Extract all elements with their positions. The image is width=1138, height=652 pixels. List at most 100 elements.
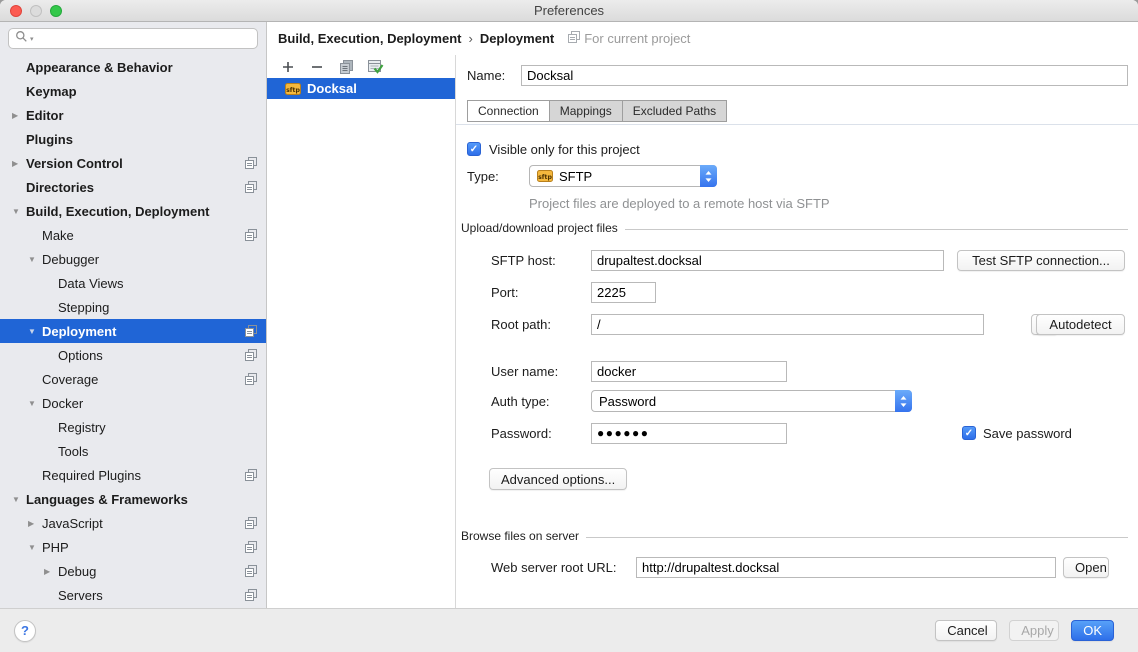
sidebar-item-appearance-behavior[interactable]: Appearance & Behavior (0, 55, 266, 79)
cancel-button[interactable]: Cancel (935, 620, 997, 641)
sidebar-item-label: Appearance & Behavior (26, 60, 173, 75)
project-scope-icon (568, 31, 580, 46)
sidebar-item-registry[interactable]: Registry (0, 415, 266, 439)
tree-indent (0, 331, 27, 332)
name-input[interactable] (521, 65, 1128, 86)
zoom-window-icon[interactable] (50, 5, 62, 17)
root-path-input[interactable] (591, 314, 984, 335)
search-filter-caret-icon[interactable]: ▾ (30, 35, 34, 43)
visible-only-checkbox[interactable]: ✓ (467, 142, 481, 156)
name-row: Name: (467, 64, 1128, 86)
server-list: sftpDocksal (267, 78, 455, 99)
password-row: Password: ✓ Save password (491, 422, 1125, 444)
chevron-down-icon[interactable]: ▼ (27, 255, 42, 264)
sidebar-item-debug[interactable]: ▶Debug (0, 559, 266, 583)
sidebar-item-keymap[interactable]: Keymap (0, 79, 266, 103)
autodetect-button[interactable]: Autodetect (1036, 314, 1125, 335)
save-password-group: ✓ Save password (962, 426, 1083, 441)
sidebar-item-data-views[interactable]: Data Views (0, 271, 266, 295)
sidebar-item-directories[interactable]: Directories (0, 175, 266, 199)
tree-indent (0, 355, 43, 356)
tab-mappings[interactable]: Mappings (549, 100, 623, 122)
sidebar-item-make[interactable]: Make (0, 223, 266, 247)
sidebar-item-version-control[interactable]: ▶Version Control (0, 151, 266, 175)
sidebar-item-javascript[interactable]: ▶JavaScript (0, 511, 266, 535)
password-input[interactable] (591, 423, 787, 444)
chevron-down-icon[interactable]: ▼ (27, 327, 42, 336)
search-input[interactable]: ▾ (8, 28, 258, 49)
user-name-input[interactable] (591, 361, 787, 382)
visible-project-row: ✓ Visible only for this project (467, 138, 640, 160)
sidebar-item-label: Debug (58, 564, 96, 579)
chevron-right-icon[interactable]: ▶ (11, 111, 26, 120)
port-input[interactable] (591, 282, 656, 303)
test-connection-button[interactable]: Test SFTP connection... (957, 250, 1125, 271)
tree-indent (0, 259, 27, 260)
sidebar-item-php[interactable]: ▼PHP (0, 535, 266, 559)
chevron-right-icon[interactable]: ▶ (27, 519, 42, 528)
help-button[interactable]: ? (14, 620, 36, 642)
sidebar-item-build-execution-deployment[interactable]: ▼Build, Execution, Deployment (0, 199, 266, 223)
advanced-options-button[interactable]: Advanced options... (489, 468, 627, 490)
project-scope-icon (245, 469, 257, 481)
auth-type-row: Auth type: Password (491, 390, 912, 412)
select-stepper-icon (700, 165, 717, 187)
tab-connection[interactable]: Connection (467, 100, 550, 122)
breadcrumb-segment-root[interactable]: Build, Execution, Deployment (278, 31, 461, 46)
sidebar-item-stepping[interactable]: Stepping (0, 295, 266, 319)
root-path-row: Root path: ... Autodetect (491, 313, 1125, 335)
tree-indent (0, 235, 27, 236)
chevron-down-icon[interactable]: ▼ (27, 399, 42, 408)
close-window-icon[interactable] (10, 5, 22, 17)
sidebar-item-label: Plugins (26, 132, 73, 147)
apply-button[interactable]: Apply (1009, 620, 1059, 641)
tab-excluded-paths[interactable]: Excluded Paths (622, 100, 727, 122)
sidebar-item-docker[interactable]: ▼Docker (0, 391, 266, 415)
sidebar-item-languages-frameworks[interactable]: ▼Languages & Frameworks (0, 487, 266, 511)
server-item-docksal[interactable]: sftpDocksal (267, 78, 455, 99)
sidebar-item-options[interactable]: Options (0, 343, 266, 367)
tree-indent (0, 595, 43, 596)
settings-sidebar: ▾ Appearance & Behavior Keymap▶Editor Plug… (0, 22, 267, 608)
chevron-right-icon[interactable]: ▶ (11, 159, 26, 168)
chevron-down-icon[interactable]: ▼ (27, 543, 42, 552)
breadcrumb-segment-current[interactable]: Deployment (480, 31, 554, 46)
copy-server-button[interactable] (337, 58, 355, 76)
auth-type-select-value: Password (599, 394, 656, 409)
name-label: Name: (467, 68, 521, 83)
minimize-window-icon[interactable] (30, 5, 42, 17)
chevron-right-icon[interactable]: ▶ (43, 567, 58, 576)
sidebar-item-editor[interactable]: ▶Editor (0, 103, 266, 127)
sidebar-item-servers[interactable]: Servers (0, 583, 266, 607)
auth-type-select[interactable]: Password (591, 390, 912, 412)
sidebar-item-label: Languages & Frameworks (26, 492, 188, 507)
ok-button[interactable]: OK (1071, 620, 1114, 641)
traffic-lights (10, 5, 62, 17)
add-server-button[interactable] (279, 58, 297, 76)
sidebar-item-label: Required Plugins (42, 468, 141, 483)
type-select[interactable]: sftp SFTP (529, 165, 717, 187)
use-as-default-server-button[interactable] (366, 58, 384, 76)
sidebar-item-label: Make (42, 228, 74, 243)
sftp-host-input[interactable] (591, 250, 944, 271)
sidebar-item-tools[interactable]: Tools (0, 439, 266, 463)
tree-indent (0, 403, 27, 404)
upload-group-header: Upload/download project files (461, 220, 1128, 236)
web-root-input[interactable] (636, 557, 1056, 578)
web-root-label: Web server root URL: (491, 560, 636, 575)
tree-indent (0, 451, 43, 452)
sidebar-item-debugger[interactable]: ▼Debugger (0, 247, 266, 271)
breadcrumb-separator: › (461, 31, 479, 46)
breadcrumb: Build, Execution, Deployment › Deploymen… (267, 22, 1138, 55)
project-scope-icon (245, 349, 257, 361)
sidebar-item-deployment[interactable]: ▼Deployment (0, 319, 266, 343)
sidebar-item-required-plugins[interactable]: Required Plugins (0, 463, 266, 487)
sftp-icon: sftp (285, 83, 301, 95)
sidebar-item-coverage[interactable]: Coverage (0, 367, 266, 391)
chevron-down-icon[interactable]: ▼ (11, 495, 26, 504)
sidebar-item-plugins[interactable]: Plugins (0, 127, 266, 151)
open-url-button[interactable]: Open (1063, 557, 1109, 578)
save-password-checkbox[interactable]: ✓ (962, 426, 976, 440)
remove-server-button[interactable] (308, 58, 326, 76)
chevron-down-icon[interactable]: ▼ (11, 207, 26, 216)
